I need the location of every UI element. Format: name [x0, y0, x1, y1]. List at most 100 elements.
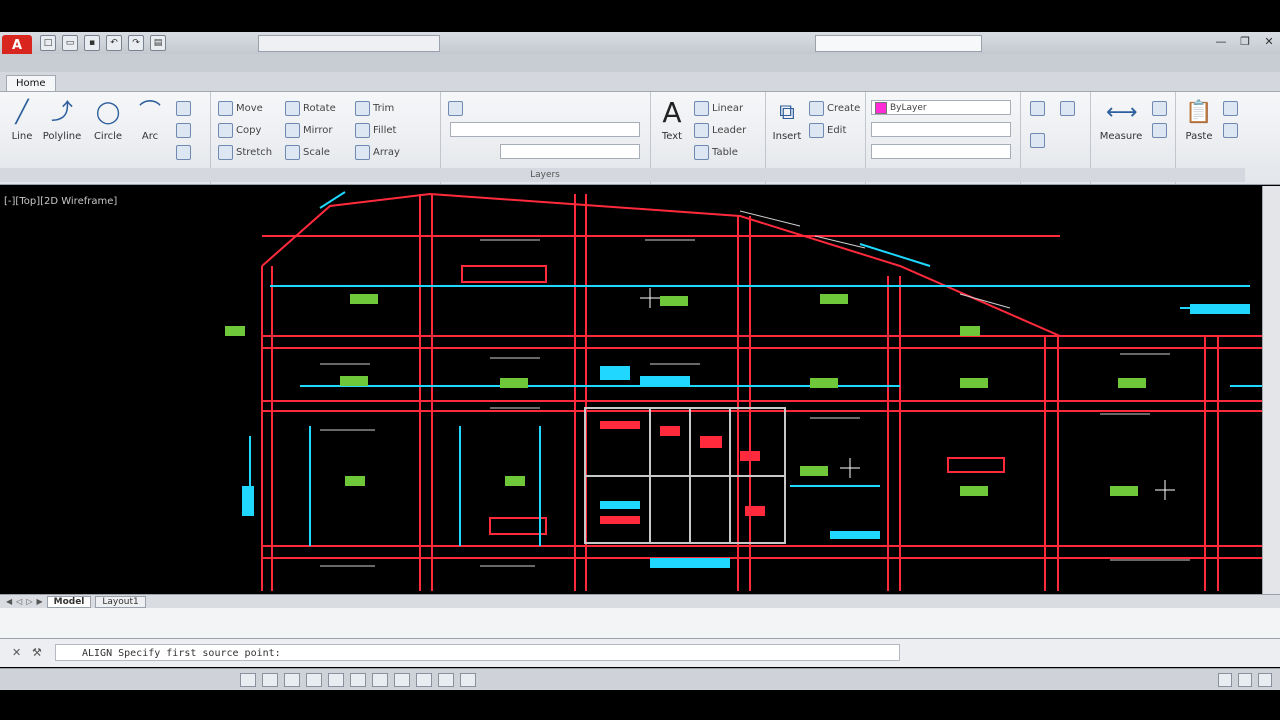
tab-home[interactable]: Home [6, 75, 56, 91]
table-button[interactable]: Table [694, 144, 738, 160]
workspace-dropdown[interactable] [258, 35, 440, 52]
tab-model[interactable]: Model [46, 595, 92, 608]
groups-panel-title[interactable] [1020, 168, 1090, 182]
ungroup-button[interactable] [1060, 100, 1075, 116]
print-icon[interactable]: ▤ [150, 35, 166, 51]
array-button[interactable]: Array [355, 144, 400, 160]
leader-button[interactable]: Leader [694, 122, 746, 138]
rectangle-button[interactable] [176, 100, 191, 116]
clipboard-panel-title[interactable] [1175, 168, 1245, 182]
stretch-button[interactable]: Stretch [218, 144, 272, 160]
close-button[interactable]: ✕ [1262, 35, 1276, 49]
title-bar: A □ ▭ ▪ ↶ ↷ ▤ — ❐ ✕ [0, 32, 1280, 57]
layer-properties-icon [448, 100, 463, 116]
status-bar [0, 668, 1280, 691]
properties-panel-title[interactable] [865, 168, 1020, 182]
grid-toggle-icon[interactable] [262, 673, 278, 687]
dyn-toggle-icon[interactable] [394, 673, 410, 687]
first-layout-arrow-icon[interactable]: ◀ [6, 597, 12, 606]
layer-dropdown[interactable] [450, 122, 640, 137]
select-all-icon [1152, 122, 1167, 138]
open-icon[interactable]: ▭ [62, 35, 78, 51]
circle-button[interactable]: ◯ Circle [88, 98, 128, 142]
move-button[interactable]: Move [218, 100, 263, 116]
drawing-viewport[interactable]: [-][Top][2D Wireframe] [0, 186, 1262, 594]
workspace-switch-icon[interactable] [1218, 673, 1232, 687]
next-layout-arrow-icon[interactable]: ▷ [26, 597, 32, 606]
move-icon [218, 100, 233, 116]
clean-screen-icon[interactable] [1258, 673, 1272, 687]
tab-layout1[interactable]: Layout1 [95, 595, 146, 608]
measure-button[interactable]: ⟷ Measure [1096, 98, 1146, 142]
customize-icon[interactable]: ⚒ [32, 646, 42, 659]
lineweight-dropdown[interactable] [871, 144, 1011, 159]
fillet-button[interactable]: Fillet [355, 122, 396, 138]
transparency-toggle-icon[interactable] [438, 673, 454, 687]
equipment-labels [225, 294, 1146, 496]
drafting-toggles [240, 673, 476, 687]
select-all-button[interactable] [1152, 122, 1167, 138]
layer-state-dropdown[interactable] [500, 144, 640, 159]
linear-dimension-icon [694, 100, 709, 116]
linetype-dropdown[interactable] [871, 122, 1011, 137]
lock-icon[interactable] [1238, 673, 1252, 687]
prev-layout-arrow-icon[interactable]: ◁ [16, 597, 22, 606]
rotate-button[interactable]: Rotate [285, 100, 336, 116]
copy-clip-button[interactable] [1223, 122, 1238, 138]
block-panel-title[interactable] [765, 168, 865, 182]
save-icon[interactable]: ▪ [84, 35, 100, 51]
clipboard-panel: 📋 Paste [1175, 92, 1245, 184]
last-layout-arrow-icon[interactable]: ▶ [36, 597, 42, 606]
command-input[interactable]: ALIGN Specify first source point: [55, 644, 900, 661]
create-block-button[interactable]: Create [809, 100, 860, 116]
edit-block-button[interactable]: Edit [809, 122, 846, 138]
trim-button[interactable]: Trim [355, 100, 394, 116]
group-icon [1030, 100, 1045, 116]
lineweight-toggle-icon[interactable] [416, 673, 432, 687]
insert-button[interactable]: ⧉ Insert [767, 98, 807, 142]
restore-button[interactable]: ❐ [1238, 35, 1252, 49]
viewport-label[interactable]: [-][Top][2D Wireframe] [4, 196, 117, 207]
osnap-toggle-icon[interactable] [328, 673, 344, 687]
line-button[interactable]: ╱ Line [2, 98, 42, 142]
polyline-label: Polyline [42, 131, 82, 142]
color-dropdown[interactable]: ByLayer [871, 100, 1011, 115]
close-command-line-icon[interactable]: ✕ [12, 646, 21, 659]
otrack-toggle-icon[interactable] [350, 673, 366, 687]
search-box[interactable] [815, 35, 982, 52]
hatch-button[interactable] [176, 122, 191, 138]
color-swatch [875, 101, 887, 114]
text-button[interactable]: A Text [652, 98, 692, 143]
annotation-panel-title[interactable] [650, 168, 765, 182]
paste-label: Paste [1185, 131, 1213, 142]
arc-button[interactable]: ⌒ Arc [130, 98, 170, 142]
ortho-toggle-icon[interactable] [284, 673, 300, 687]
draw-panel-title[interactable] [0, 168, 210, 182]
new-icon[interactable]: □ [40, 35, 56, 51]
linear-dimension-button[interactable]: Linear [694, 100, 743, 116]
quick-select-button[interactable] [1152, 100, 1167, 116]
layer-properties-button[interactable] [448, 100, 463, 116]
group-button[interactable] [1030, 100, 1045, 116]
region-button[interactable] [176, 144, 191, 160]
polyline-button[interactable]: ⤴ Polyline [42, 98, 82, 142]
vertical-scrollbar[interactable] [1262, 186, 1280, 594]
ducs-toggle-icon[interactable] [372, 673, 388, 687]
group-edit-button[interactable] [1030, 132, 1045, 148]
layers-panel-title[interactable]: Layers [440, 168, 650, 182]
utilities-panel-title[interactable] [1090, 168, 1175, 182]
qp-toggle-icon[interactable] [460, 673, 476, 687]
snap-toggle-icon[interactable] [240, 673, 256, 687]
cut-button[interactable] [1223, 100, 1238, 116]
mirror-label: Mirror [303, 124, 333, 136]
mirror-button[interactable]: Mirror [285, 122, 332, 138]
undo-icon[interactable]: ↶ [106, 35, 122, 51]
minimize-button[interactable]: — [1214, 35, 1228, 49]
polar-toggle-icon[interactable] [306, 673, 322, 687]
array-label: Array [373, 146, 400, 158]
copy-button[interactable]: Copy [218, 122, 261, 138]
modify-panel-title[interactable] [210, 168, 440, 182]
redo-icon[interactable]: ↷ [128, 35, 144, 51]
scale-button[interactable]: Scale [285, 144, 330, 160]
paste-button[interactable]: 📋 Paste [1179, 98, 1219, 142]
